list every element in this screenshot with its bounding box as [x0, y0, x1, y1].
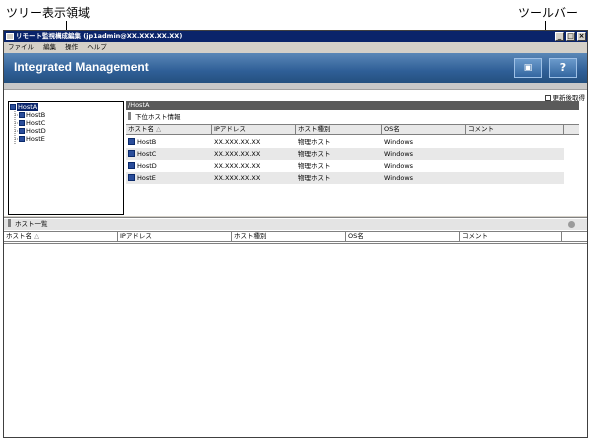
table-row[interactable]: HostE XX.XXX.XX.XX 物理ホスト Windows [126, 172, 564, 184]
path-bar: /HostA [126, 101, 579, 110]
toolbar-help-button[interactable]: ? [549, 58, 577, 78]
column-header-host[interactable]: ホスト名 △ [126, 125, 212, 134]
tree-node-label: HostB [26, 111, 46, 119]
host-icon [19, 120, 25, 126]
detail-panel: /HostA 下位ホスト情報 ホスト名 △ IPアドレス ホスト種別 OS名 コ… [126, 101, 579, 215]
banner-title: Integrated Management [14, 60, 149, 74]
table-row[interactable]: HostB XX.XXX.XX.XX 物理ホスト Windows [126, 136, 564, 148]
menu-help[interactable]: ヘルプ [87, 42, 107, 53]
column-header-ip[interactable]: IPアドレス [118, 232, 232, 241]
column-header-comment[interactable]: コメント [466, 125, 564, 134]
maximize-button[interactable]: □ [566, 32, 575, 41]
host-icon [128, 150, 135, 157]
app-window: リモート監視構成編集 (jp1admin@XX.XXX.XX.XX) _ □ ×… [3, 30, 588, 438]
callout-toolbar: ツールバー [518, 6, 579, 20]
host-icon [128, 162, 135, 169]
toolbar-band [4, 83, 587, 90]
host-icon [128, 174, 135, 181]
tree-node-label: HostC [26, 119, 46, 127]
host-list-table-header: ホスト名 △ IPアドレス ホスト種別 OS名 コメント [4, 231, 587, 242]
menu-file[interactable]: ファイル [8, 42, 34, 53]
tree-node-hostd[interactable]: HostD [19, 128, 46, 135]
window-title: リモート監視構成編集 (jp1admin@XX.XXX.XX.XX) [16, 32, 183, 40]
tree-node-hostb[interactable]: HostB [19, 112, 45, 119]
host-list-header: ホスト一覧 [4, 219, 587, 230]
tree-panel: HostA HostB HostC HostD HostE [8, 101, 124, 215]
grip-icon [8, 219, 11, 227]
column-header-type[interactable]: ホスト種別 [296, 125, 382, 134]
host-icon [128, 138, 135, 145]
menu-edit[interactable]: 編集 [43, 42, 56, 53]
app-icon [6, 33, 14, 40]
banner: Integrated Management ▣ ? [4, 53, 587, 83]
host-icon [19, 136, 25, 142]
host-list-body[interactable] [4, 243, 587, 437]
callout-tree-area: ツリー表示領域 [6, 6, 91, 20]
sort-icon: △ [34, 232, 40, 240]
column-header-os[interactable]: OS名 [346, 232, 460, 241]
host-list-title: ホスト一覧 [15, 220, 48, 228]
subhost-section-title: 下位ホスト情報 [135, 113, 181, 121]
minimize-button[interactable]: _ [555, 32, 564, 41]
title-bar: リモート監視構成編集 (jp1admin@XX.XXX.XX.XX) _ □ × [4, 31, 587, 42]
table-row[interactable]: HostD XX.XXX.XX.XX 物理ホスト Windows [126, 160, 564, 172]
tree-node-hostc[interactable]: HostC [19, 120, 45, 127]
close-button[interactable]: × [577, 32, 586, 41]
column-header-comment[interactable]: コメント [460, 232, 562, 241]
tree-node-label: HostE [26, 135, 45, 143]
host-icon [19, 112, 25, 118]
column-header-type[interactable]: ホスト種別 [232, 232, 346, 241]
collapse-icon[interactable] [568, 221, 575, 228]
menu-bar: ファイル 編集 操作 ヘルプ [4, 42, 587, 53]
column-header-os[interactable]: OS名 [382, 125, 466, 134]
column-header-host[interactable]: ホスト名 △ [4, 232, 118, 241]
host-icon [19, 128, 25, 134]
panel-splitter[interactable] [4, 215, 587, 218]
sort-icon: △ [156, 125, 162, 133]
subhost-table-header: ホスト名 △ IPアドレス ホスト種別 OS名 コメント [126, 124, 579, 135]
grip-icon [128, 112, 131, 120]
menu-operation[interactable]: 操作 [65, 42, 78, 53]
subhost-section-header: 下位ホスト情報 [128, 112, 181, 122]
table-row[interactable]: HostC XX.XXX.XX.XX 物理ホスト Windows [126, 148, 564, 160]
tree-node-label: HostD [26, 127, 46, 135]
column-header-ip[interactable]: IPアドレス [212, 125, 296, 134]
tree-node-hoste[interactable]: HostE [19, 136, 45, 143]
toolbar-button-window[interactable]: ▣ [514, 58, 542, 78]
